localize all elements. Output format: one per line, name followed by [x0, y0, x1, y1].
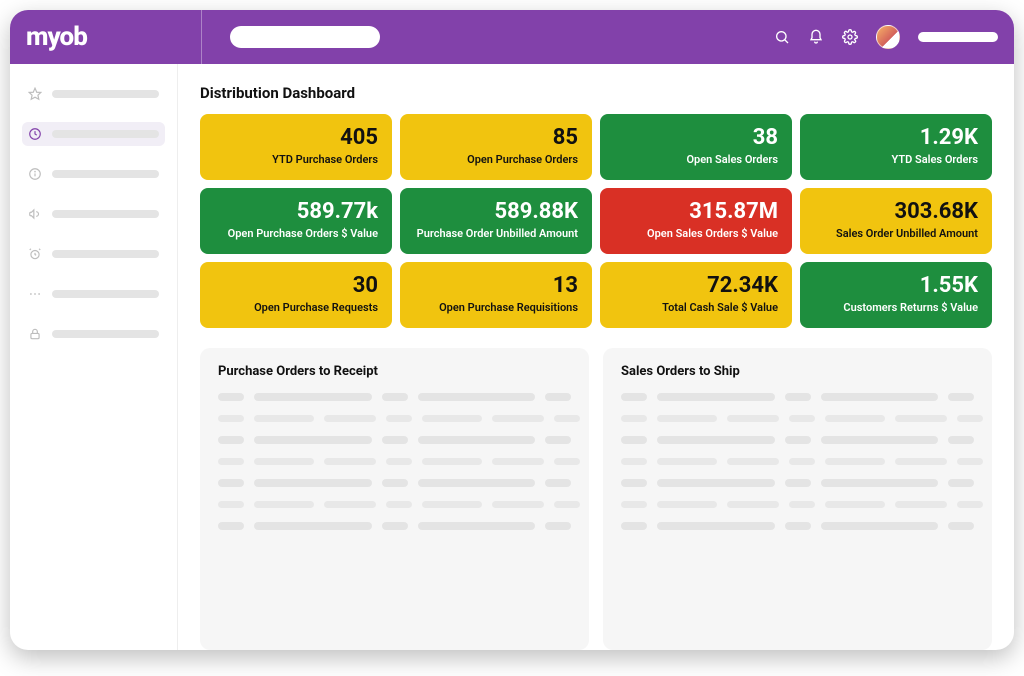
card-so-unbilled[interactable]: 303.68K Sales Order Unbilled Amount: [800, 188, 992, 254]
card-label: Total Cash Sale $ Value: [614, 301, 778, 314]
card-label: Open Purchase Orders: [414, 153, 578, 166]
more-icon: [28, 287, 42, 301]
star-icon: [28, 87, 42, 101]
card-open-so-value[interactable]: 315.87M Open Sales Orders $ Value: [600, 188, 792, 254]
sidebar: [10, 64, 178, 650]
card-label: YTD Purchase Orders: [214, 153, 378, 166]
card-value: 85: [414, 126, 578, 150]
card-value: 589.77k: [214, 200, 378, 224]
page-title: Distribution Dashboard: [200, 84, 992, 102]
card-open-purchase-requests[interactable]: 30 Open Purchase Requests: [200, 262, 392, 328]
card-open-sales-orders[interactable]: 38 Open Sales Orders: [600, 114, 792, 180]
card-label: Open Sales Orders $ Value: [614, 227, 778, 240]
sidebar-item-4[interactable]: [22, 202, 165, 226]
card-label: Customers Returns $ Value: [814, 301, 978, 314]
search-icon[interactable]: [774, 29, 790, 45]
panel-title: Sales Orders to Ship: [621, 364, 974, 379]
alarm-icon: [28, 247, 42, 261]
card-value: 1.55K: [814, 274, 978, 298]
kpi-row-2: 589.77k Open Purchase Orders $ Value 589…: [200, 188, 992, 254]
kpi-row-1: 405 YTD Purchase Orders 85 Open Purchase…: [200, 114, 992, 180]
main-content: Distribution Dashboard 405 YTD Purchase …: [178, 64, 1014, 650]
sidebar-item-7[interactable]: [22, 322, 165, 346]
kpi-row-3: 30 Open Purchase Requests 13 Open Purcha…: [200, 262, 992, 328]
card-value: 38: [614, 126, 778, 150]
card-customer-returns[interactable]: 1.55K Customers Returns $ Value: [800, 262, 992, 328]
logo-container: myob: [26, 22, 181, 52]
bell-icon[interactable]: [808, 29, 824, 45]
topbar-divider: [201, 10, 202, 64]
card-open-purchase-orders[interactable]: 85 Open Purchase Orders: [400, 114, 592, 180]
card-value: 315.87M: [614, 200, 778, 224]
clock-icon: [28, 127, 42, 141]
card-value: 1.29K: [814, 126, 978, 150]
panel-body-placeholder: [218, 393, 571, 530]
card-value: 13: [414, 274, 578, 298]
app-window: myob: [10, 10, 1014, 650]
card-value: 72.34K: [614, 274, 778, 298]
card-value: 30: [214, 274, 378, 298]
card-label: Sales Order Unbilled Amount: [814, 227, 978, 240]
card-label: Open Purchase Orders $ Value: [214, 227, 378, 240]
megaphone-icon: [28, 207, 42, 221]
card-value: 589.88K: [414, 200, 578, 224]
card-po-unbilled[interactable]: 589.88K Purchase Order Unbilled Amount: [400, 188, 592, 254]
card-label: Purchase Order Unbilled Amount: [414, 227, 578, 240]
user-name-placeholder: [918, 32, 998, 42]
panel-purchase-orders-to-receipt: Purchase Orders to Receipt: [200, 348, 589, 650]
panel-sales-orders-to-ship: Sales Orders to Ship: [603, 348, 992, 650]
card-label: YTD Sales Orders: [814, 153, 978, 166]
info-icon: [28, 167, 42, 181]
brand-logo[interactable]: myob: [26, 22, 87, 52]
card-total-cash-sale[interactable]: 72.34K Total Cash Sale $ Value: [600, 262, 792, 328]
gear-icon[interactable]: [842, 29, 858, 45]
lock-icon: [28, 327, 42, 341]
sidebar-item-2[interactable]: [22, 122, 165, 146]
card-label: Open Purchase Requisitions: [414, 301, 578, 314]
table-panels: Purchase Orders to Receipt Sales Orders …: [200, 348, 992, 650]
card-label: Open Purchase Requests: [214, 301, 378, 314]
card-value: 405: [214, 126, 378, 150]
sidebar-item-1[interactable]: [22, 82, 165, 106]
sidebar-item-6[interactable]: [22, 282, 165, 306]
search-input[interactable]: [230, 26, 380, 48]
card-value: 303.68K: [814, 200, 978, 224]
card-open-purchase-requisitions[interactable]: 13 Open Purchase Requisitions: [400, 262, 592, 328]
card-ytd-purchase-orders[interactable]: 405 YTD Purchase Orders: [200, 114, 392, 180]
topbar-actions: [774, 25, 998, 49]
topbar: myob: [10, 10, 1014, 64]
panel-title: Purchase Orders to Receipt: [218, 364, 571, 379]
sidebar-item-3[interactable]: [22, 162, 165, 186]
card-open-po-value[interactable]: 589.77k Open Purchase Orders $ Value: [200, 188, 392, 254]
card-label: Open Sales Orders: [614, 153, 778, 166]
avatar[interactable]: [876, 25, 900, 49]
sidebar-item-5[interactable]: [22, 242, 165, 266]
card-ytd-sales-orders[interactable]: 1.29K YTD Sales Orders: [800, 114, 992, 180]
panel-body-placeholder: [621, 393, 974, 530]
